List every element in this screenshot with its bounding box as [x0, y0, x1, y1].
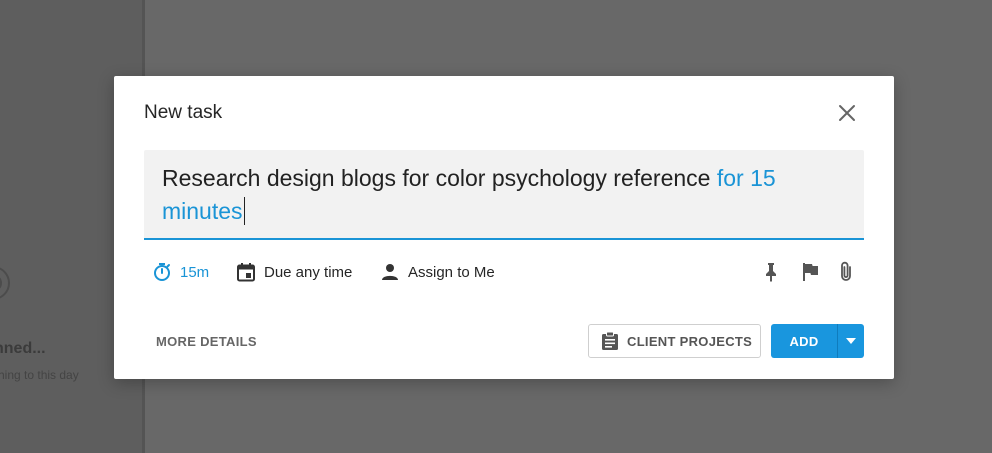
assign-label: Assign to Me	[408, 263, 495, 281]
caret-down-icon	[846, 338, 856, 344]
person-icon	[382, 264, 398, 280]
timer-icon	[154, 263, 170, 281]
empty-state-icon	[0, 266, 10, 300]
paperclip-icon	[841, 261, 851, 281]
text-caret	[243, 197, 245, 225]
client-projects-button[interactable]: CLIENT PROJECTS	[588, 324, 761, 358]
attach-button[interactable]	[834, 260, 858, 284]
client-projects-label: CLIENT PROJECTS	[627, 333, 753, 349]
empty-state-title: nned...	[0, 340, 46, 357]
pin-icon	[766, 263, 776, 282]
empty-state-subtitle: hing to this day	[0, 368, 79, 382]
new-task-dialog: New task Research design blogs for color…	[114, 76, 894, 379]
task-meta-row: 15m Due any time Assign to Me	[144, 260, 864, 284]
more-details-button[interactable]: MORE DETAILS	[156, 334, 257, 349]
task-text: Research design blogs for color psycholo…	[162, 165, 711, 191]
task-title-input[interactable]: Research design blogs for color psycholo…	[144, 150, 864, 240]
close-icon	[839, 105, 855, 121]
clipboard-icon	[602, 331, 618, 350]
duration-button[interactable]: 15m	[152, 260, 209, 284]
assign-button[interactable]: Assign to Me	[380, 260, 495, 284]
duration-label: 15m	[180, 263, 210, 281]
due-date-label: Due any time	[264, 263, 353, 281]
add-options-dropdown[interactable]	[838, 324, 864, 358]
calendar-icon	[237, 263, 255, 282]
close-button[interactable]	[836, 102, 858, 124]
add-button-group: ADD	[771, 324, 864, 358]
dialog-title: New task	[144, 102, 223, 123]
due-date-button[interactable]: Due any time	[236, 260, 352, 284]
flag-icon	[803, 263, 818, 281]
pin-button[interactable]	[759, 260, 783, 284]
add-button[interactable]: ADD	[771, 324, 837, 358]
flag-button[interactable]	[798, 260, 822, 284]
